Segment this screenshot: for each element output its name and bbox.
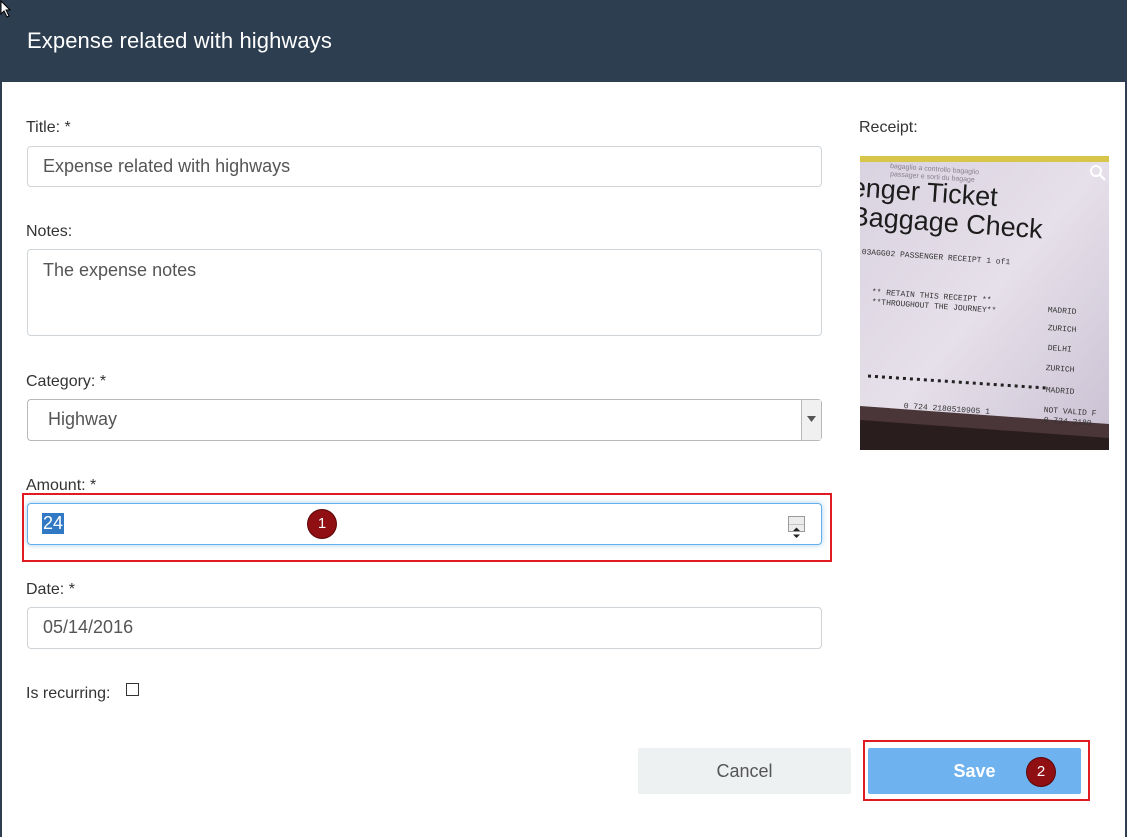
chevron-down-icon[interactable]: [801, 400, 821, 440]
title-label: Title: *: [26, 119, 71, 136]
zoom-icon[interactable]: [1089, 164, 1107, 182]
category-selected-value: Highway: [48, 409, 118, 429]
amount-highlight-box: [22, 493, 832, 562]
category-select[interactable]: Highway: [27, 399, 822, 441]
dialog-header: Expense related with highways: [2, 0, 1125, 82]
notes-textarea-value: The expense notes: [43, 260, 197, 280]
recurring-checkbox[interactable]: [126, 683, 139, 696]
recurring-label: Is recurring:: [26, 685, 111, 702]
receipt-image[interactable]: bagaglio a controllo bagaglio passager e…: [860, 156, 1109, 450]
receipt-city-5: MADRID: [1045, 386, 1075, 397]
notes-textarea[interactable]: The expense notes: [27, 249, 822, 336]
title-input-value: Expense related with highways: [43, 156, 291, 176]
date-input-value: 05/14/2016: [43, 617, 134, 637]
date-input[interactable]: 05/14/2016: [27, 607, 822, 649]
receipt-dotted-line: [868, 374, 1047, 390]
notes-label: Notes:: [26, 223, 73, 240]
category-label: Category: *: [26, 373, 107, 390]
mouse-cursor-icon: [0, 0, 12, 18]
dialog-title: Expense related with highways: [27, 28, 332, 53]
receipt-city-3: DELHI: [1047, 344, 1072, 355]
cancel-button[interactable]: Cancel: [638, 748, 851, 794]
step-badge-2: 2: [1027, 758, 1055, 786]
receipt-city-2: ZURICH: [1047, 324, 1077, 335]
save-highlight-box: [863, 740, 1090, 801]
title-input[interactable]: Expense related with highways: [27, 146, 822, 187]
receipt-city-4: ZURICH: [1045, 364, 1075, 375]
expense-dialog: Expense related with highways Title: * E…: [0, 0, 1127, 837]
step-badge-1: 1: [308, 510, 336, 538]
date-label: Date: *: [26, 581, 75, 598]
receipt-city-1: MADRID: [1047, 306, 1077, 317]
receipt-label: Receipt:: [859, 119, 918, 136]
